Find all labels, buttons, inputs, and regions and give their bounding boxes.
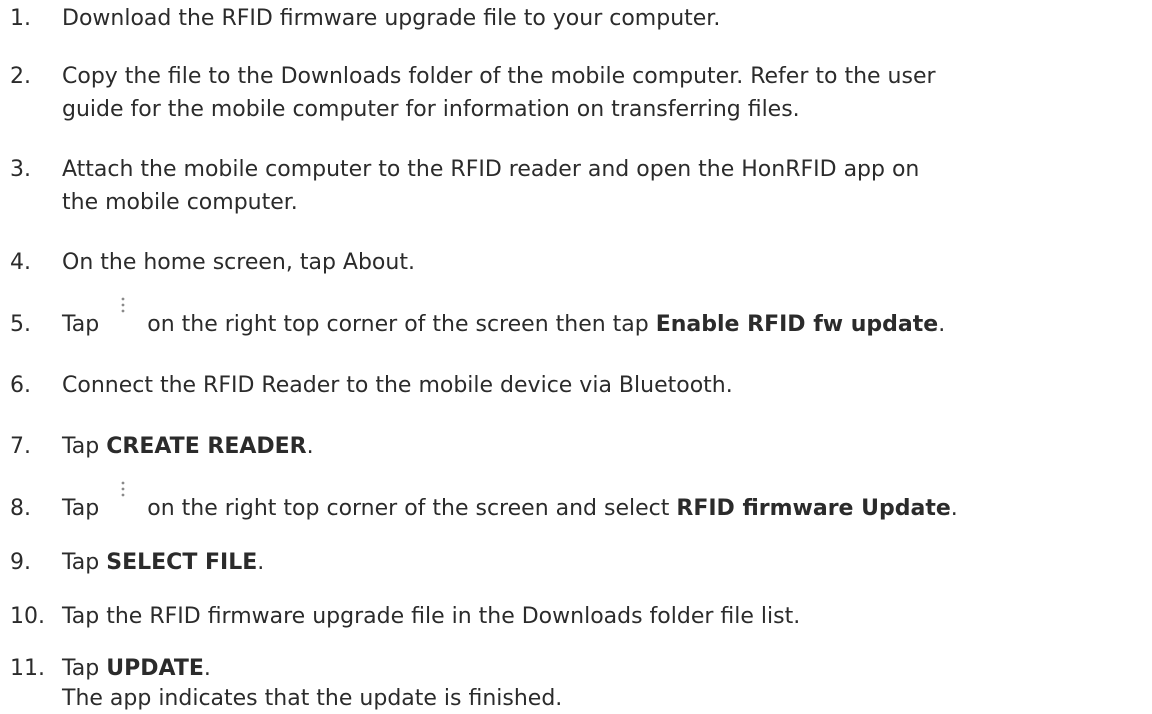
step-text: Tap	[62, 496, 100, 521]
step-number: 3.	[10, 157, 31, 182]
step-text-line: Copy the file to the Downloads folder of…	[62, 64, 936, 89]
step-text: Connect the RFID Reader to the mobile de…	[62, 373, 733, 398]
step-text: Download the RFID firmware upgrade file …	[62, 6, 721, 31]
step-text: Tap	[62, 550, 107, 575]
step-number: 1.	[10, 6, 31, 31]
step-ui-label: RFID firmware Update	[676, 496, 951, 521]
step-text: Tap	[62, 434, 107, 459]
step-text-line: Attach the mobile computer to the RFID r…	[62, 157, 920, 182]
more-vert-icon	[111, 481, 137, 514]
step-text-line: the mobile computer.	[62, 190, 298, 215]
step-text: Tap the RFID firmware upgrade file in th…	[62, 604, 801, 629]
step-number: 7.	[10, 434, 31, 459]
step-ui-label: UPDATE	[106, 656, 204, 681]
more-vert-icon	[111, 297, 137, 330]
step-text: on the right top corner of the screen th…	[147, 312, 656, 337]
step-result-note: The app indicates that the update is fin…	[62, 686, 563, 711]
step-number: 4.	[10, 250, 31, 275]
step-text-line: guide for the mobile computer for inform…	[62, 97, 800, 122]
step-number: 5.	[10, 312, 31, 337]
step-number: 9.	[10, 550, 31, 575]
step-number: 10.	[10, 604, 45, 629]
step-number: 11.	[10, 656, 45, 681]
step-text: Tap	[62, 312, 100, 337]
procedure-steps: 1. Download the RFID firmware upgrade fi…	[0, 0, 1152, 711]
step-ui-label: CREATE READER	[106, 434, 307, 459]
step-text: On the home screen, tap About.	[62, 250, 415, 275]
step-number: 2.	[10, 64, 31, 89]
step-ui-label: SELECT FILE	[106, 550, 258, 575]
step-text: on the right top corner of the screen an…	[147, 496, 677, 521]
step-ui-label: Enable RFID fw update	[655, 312, 939, 337]
step-number: 6.	[10, 373, 31, 398]
step-number: 8.	[10, 496, 31, 521]
step-text: Tap	[62, 656, 107, 681]
